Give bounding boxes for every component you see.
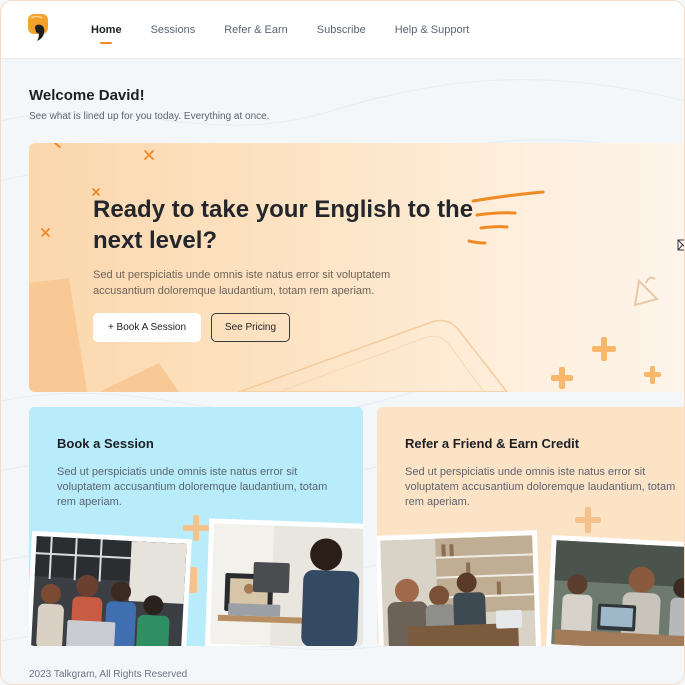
card-photos [377, 507, 684, 646]
nav-subscribe[interactable]: Subscribe [317, 24, 366, 36]
nav-help-support[interactable]: Help & Support [395, 24, 470, 36]
nav-refer-earn[interactable]: Refer & Earn [224, 24, 288, 36]
top-navbar: Home Sessions Refer & Earn Subscribe Hel… [1, 1, 684, 59]
welcome-title: Welcome David! [29, 87, 145, 104]
nav-sessions[interactable]: Sessions [151, 24, 196, 36]
welcome-subtitle: See what is lined up for you today. Ever… [29, 111, 270, 122]
nav-home[interactable]: Home [91, 24, 122, 44]
talkgram-logo-icon[interactable] [26, 12, 52, 45]
woman-laptop-photo [546, 534, 684, 646]
welcome-section: Welcome David! See what is lined up for … [29, 87, 270, 122]
app-frame: Home Sessions Refer & Earn Subscribe Hel… [0, 0, 685, 685]
book-session-card[interactable]: Book a Session Sed ut perspiciatis unde … [29, 407, 363, 646]
footer-copyright: 2023 Talkgram, All Rights Reserved [29, 669, 188, 680]
man-laptop-photo [204, 518, 363, 646]
refer-friend-card[interactable]: Refer a Friend & Earn Credit Sed ut pers… [377, 407, 684, 646]
card-photos [29, 515, 363, 646]
see-pricing-button[interactable]: See Pricing [211, 313, 290, 342]
students-photo [29, 530, 192, 646]
hero-title: Ready to take your English to the next l… [93, 196, 474, 254]
hero-text: Sed ut perspiciatis unde omnis iste natu… [93, 269, 391, 297]
hero-banner: Ready to take your English to the next l… [29, 143, 685, 392]
main-nav: Home Sessions Refer & Earn Subscribe Hel… [91, 1, 498, 59]
book-session-button[interactable]: + Book A Session [93, 313, 201, 342]
envelope-icon[interactable] [677, 238, 685, 252]
friends-table-photo [377, 530, 542, 646]
